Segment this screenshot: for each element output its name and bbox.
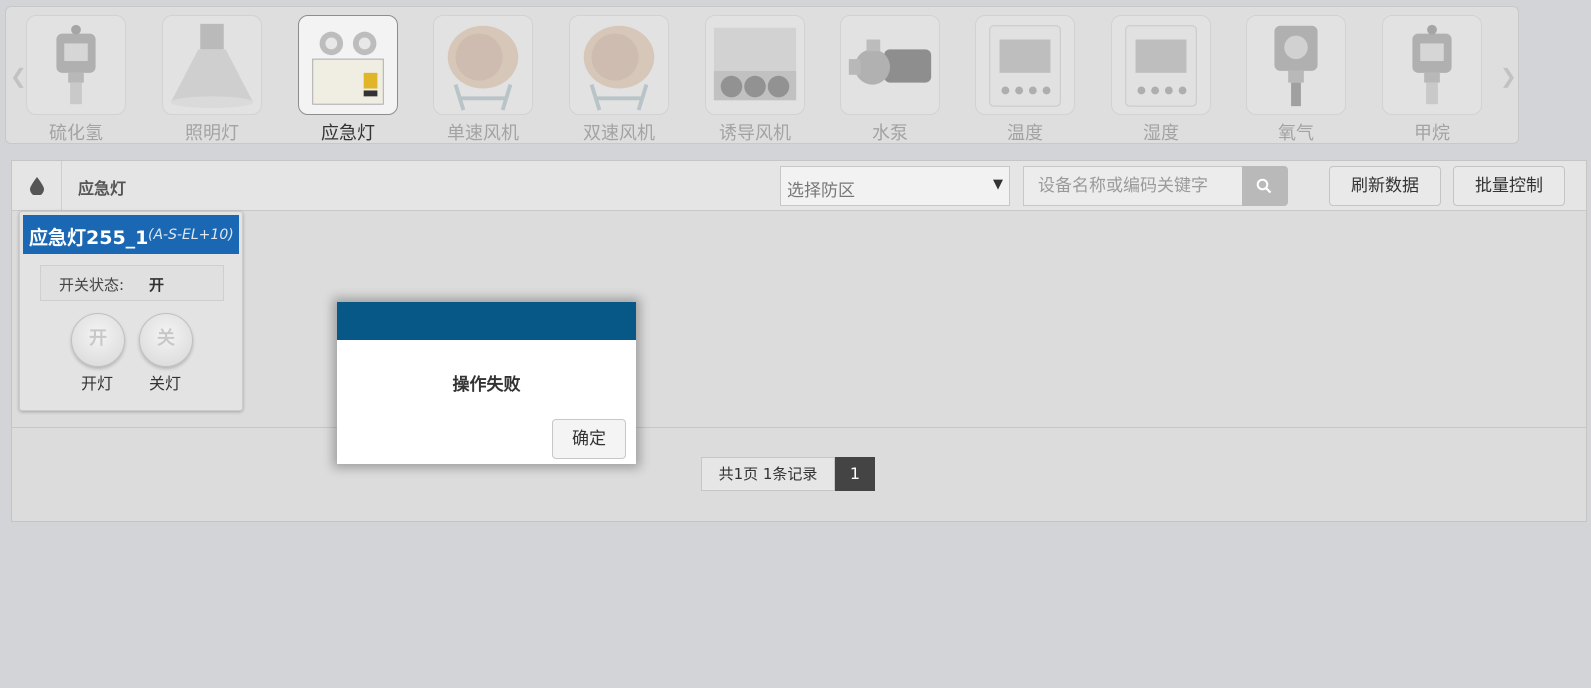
light-off-button[interactable]: 关 (139, 313, 193, 367)
pagination-info: 共1页 1条记录 (701, 457, 835, 491)
category-label: 湿度 (1143, 123, 1179, 144)
device-name: 应急灯255_1 (29, 227, 149, 249)
category-oxygen[interactable]: 氧气 (1244, 13, 1348, 144)
category-label: 氧气 (1278, 123, 1314, 144)
search-input[interactable] (1023, 166, 1243, 206)
category-label: 温度 (1007, 123, 1043, 144)
category-label: 应急灯 (321, 123, 375, 144)
category-water-pump[interactable]: 水泵 (838, 13, 942, 144)
device-card: 应急灯255_1 (A-S-EL+10) 开关状态: 开 开 关 开灯 关灯 (19, 211, 243, 411)
category-label: 照明灯 (185, 123, 239, 144)
chevron-down-icon: ▼ (993, 177, 1003, 192)
category-h2s[interactable]: 硫化氢 (24, 13, 128, 144)
category-label: 硫化氢 (49, 123, 103, 144)
drop-icon (12, 161, 62, 210)
category-label: 甲烷 (1414, 123, 1450, 144)
category-lighting[interactable]: 照明灯 (160, 13, 264, 144)
dialog-message: 操作失败 (452, 375, 521, 395)
category-emergency-light[interactable]: 应急灯 (296, 13, 400, 144)
device-category-carousel: ❮ 硫化氢 照明灯 应急灯 单速风机 双速风机 诱导风机 水泵 温度 湿度 氧气… (5, 6, 1519, 144)
category-temperature[interactable]: 温度 (973, 13, 1077, 144)
dialog-header (337, 302, 636, 340)
light-off-label: 关灯 (148, 374, 181, 393)
emergency-light-icon (298, 15, 398, 115)
category-dual-speed-fan[interactable]: 双速风机 (567, 13, 671, 144)
category-label: 诱导风机 (719, 123, 791, 144)
category-induction-fan[interactable]: 诱导风机 (703, 13, 807, 144)
category-label: 水泵 (872, 123, 908, 144)
panel-title: 应急灯 (78, 179, 127, 198)
batch-control-button[interactable]: 批量控制 (1453, 166, 1565, 206)
switch-status-value: 开 (149, 276, 165, 294)
confirm-button[interactable]: 确定 (552, 419, 626, 459)
category-methane[interactable]: 甲烷 (1380, 13, 1484, 144)
switch-status-label: 开关状态: (59, 276, 125, 294)
search-button[interactable] (1242, 166, 1288, 206)
panel-toolbar: 应急灯 选择防区 ▼ 刷新数据 批量控制 (12, 161, 1586, 211)
search-icon (1256, 178, 1272, 194)
device-code: (A-S-EL+10) (148, 227, 234, 243)
device-panel: 应急灯 选择防区 ▼ 刷新数据 批量控制 应急灯255_1 (A-S-EL+10… (11, 160, 1587, 522)
light-on-label: 开灯 (80, 374, 113, 393)
category-humidity[interactable]: 湿度 (1109, 13, 1213, 144)
zone-select[interactable]: 选择防区 ▼ (780, 166, 1010, 206)
switch-status-row: 开关状态: 开 (40, 265, 224, 301)
light-on-button[interactable]: 开 (71, 313, 125, 367)
divider (12, 427, 1586, 428)
category-label: 单速风机 (447, 123, 519, 144)
alert-dialog: 操作失败 确定 (337, 302, 636, 464)
carousel-prev-arrow-icon[interactable]: ❮ (10, 65, 27, 87)
pagination-page-1[interactable]: 1 (835, 457, 875, 491)
category-single-speed-fan[interactable]: 单速风机 (431, 13, 535, 144)
device-card-header: 应急灯255_1 (A-S-EL+10) (23, 215, 239, 254)
zone-select-value: 选择防区 (787, 181, 855, 201)
carousel-next-arrow-icon[interactable]: ❯ (1500, 65, 1517, 87)
refresh-data-button[interactable]: 刷新数据 (1329, 166, 1441, 206)
category-label: 双速风机 (583, 123, 655, 144)
